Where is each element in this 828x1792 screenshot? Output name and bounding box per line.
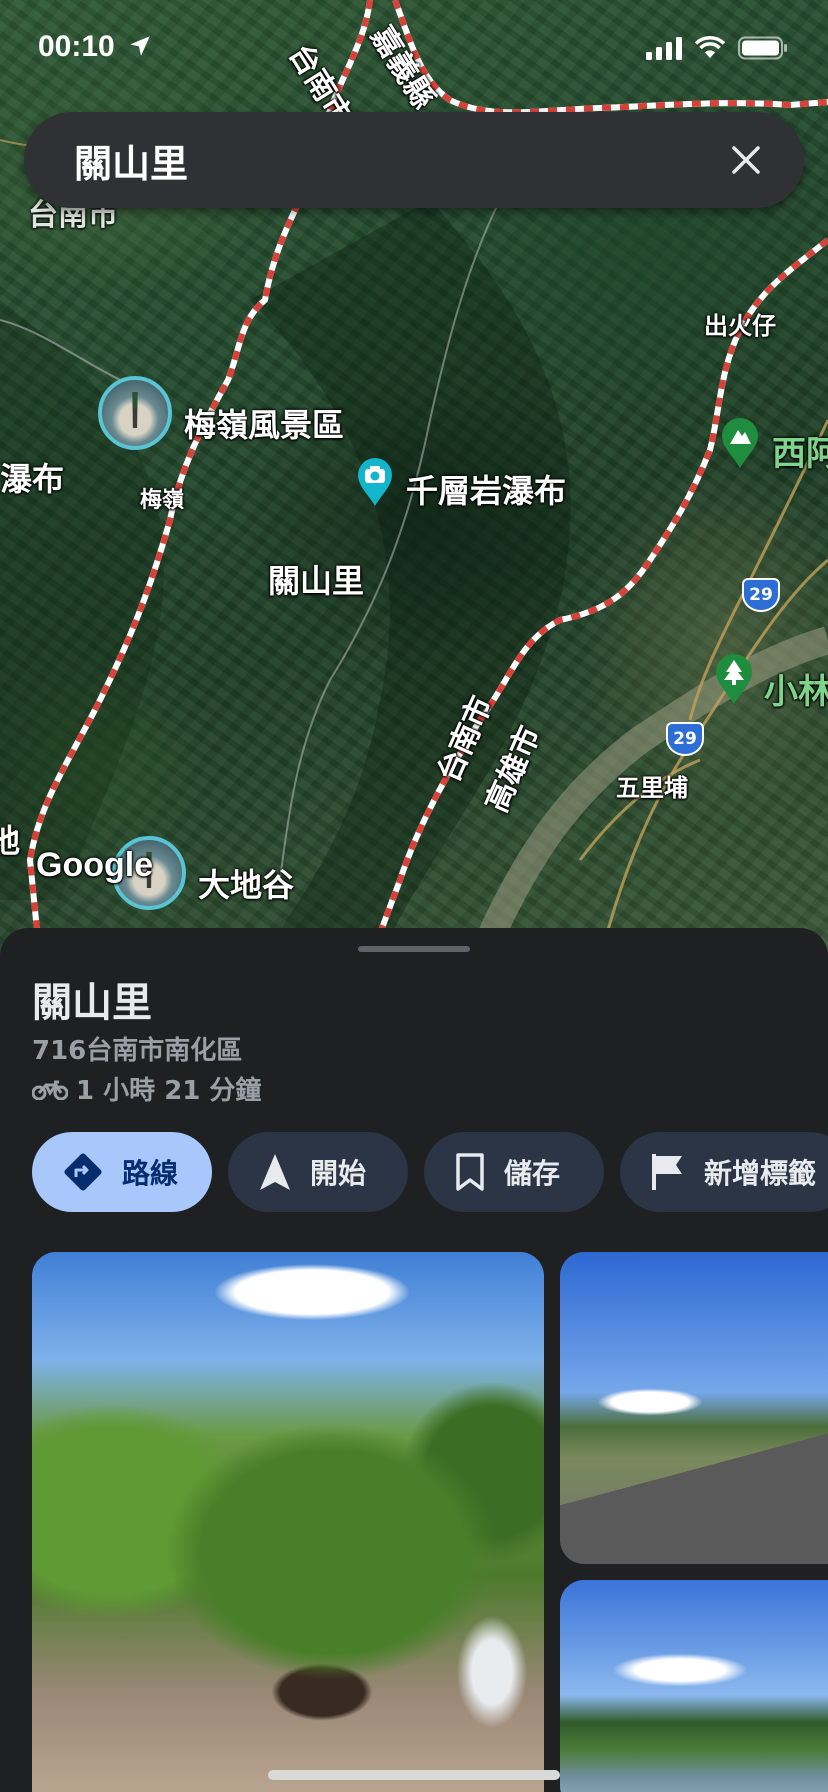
home-indicator[interactable] bbox=[268, 1770, 560, 1780]
xiaolin-label[interactable]: 小林 bbox=[764, 664, 828, 713]
status-bar: 00:10 bbox=[0, 0, 828, 100]
place-address: 716台南市南化區 bbox=[32, 1036, 243, 1066]
action-chips: 路線 開始 儲存 新增標籤 bbox=[32, 1132, 828, 1212]
add-label-button[interactable]: 新增標籤 bbox=[620, 1132, 828, 1212]
close-button[interactable] bbox=[718, 132, 774, 188]
park-icon[interactable] bbox=[720, 416, 760, 468]
wifi-icon bbox=[694, 36, 726, 58]
directions-label: 路線 bbox=[122, 1157, 179, 1190]
photo-road[interactable] bbox=[560, 1252, 828, 1564]
status-time: 00:10 bbox=[38, 30, 153, 64]
edge-left-label: 地 bbox=[0, 822, 21, 860]
save-button[interactable]: 儲存 bbox=[424, 1132, 604, 1212]
meiling-photo-pin[interactable] bbox=[98, 376, 172, 450]
directions-icon bbox=[64, 1153, 102, 1191]
waterfall-left-label[interactable]: 瀑布 bbox=[0, 454, 64, 500]
start-label: 開始 bbox=[310, 1157, 367, 1190]
cellular-signal-icon bbox=[646, 37, 682, 60]
wulipu-label: 五里埔 bbox=[616, 774, 688, 802]
navigation-arrow-icon bbox=[260, 1154, 290, 1190]
tree-icon[interactable] bbox=[714, 652, 754, 704]
meiling-label: 梅嶺 bbox=[140, 488, 185, 513]
save-label: 儲存 bbox=[504, 1157, 561, 1190]
guanshan-label[interactable]: 關山里 bbox=[268, 556, 364, 602]
motorcycle-icon bbox=[32, 1080, 68, 1100]
search-bar[interactable]: 關山里 bbox=[24, 112, 804, 208]
search-query[interactable]: 關山里 bbox=[74, 133, 718, 188]
start-button[interactable]: 開始 bbox=[228, 1132, 408, 1212]
place-title: 關山里 bbox=[32, 980, 152, 1026]
place-sheet[interactable]: 關山里 716台南市南化區 1 小時 21 分鐘 路線 開始 儲存 新增標籤 bbox=[0, 928, 828, 1792]
close-icon bbox=[732, 146, 760, 174]
clock-text: 00:10 bbox=[38, 30, 115, 63]
photo-gallery[interactable] bbox=[32, 1252, 828, 1792]
meiling-area-label[interactable]: 梅嶺風景區 bbox=[184, 400, 344, 446]
location-arrow-icon bbox=[130, 36, 150, 56]
dadigu-label[interactable]: 大地谷 bbox=[198, 860, 294, 906]
bookmark-icon bbox=[456, 1153, 484, 1191]
drag-handle[interactable] bbox=[358, 946, 470, 952]
photo-waterfall[interactable] bbox=[32, 1252, 544, 1792]
directions-button[interactable]: 路線 bbox=[32, 1132, 212, 1212]
add-label-label: 新增標籤 bbox=[704, 1157, 817, 1190]
flag-icon bbox=[652, 1154, 682, 1190]
route-29-shield: 29 bbox=[666, 722, 704, 756]
xia-label[interactable]: 西阿 bbox=[772, 426, 828, 475]
travel-time: 1 小時 21 分鐘 bbox=[76, 1076, 262, 1106]
status-icons bbox=[646, 36, 788, 60]
route-29-shield: 29 bbox=[742, 578, 780, 612]
google-watermark: Google bbox=[36, 846, 154, 884]
chuhuozai-label: 出火仔 bbox=[704, 312, 776, 340]
camera-icon[interactable] bbox=[356, 456, 394, 506]
travel-time-row: 1 小時 21 分鐘 bbox=[32, 1070, 261, 1107]
photo-lake[interactable] bbox=[560, 1580, 828, 1792]
qianceng-waterfall-label[interactable]: 千層岩瀑布 bbox=[406, 466, 566, 512]
battery-icon bbox=[738, 36, 787, 60]
